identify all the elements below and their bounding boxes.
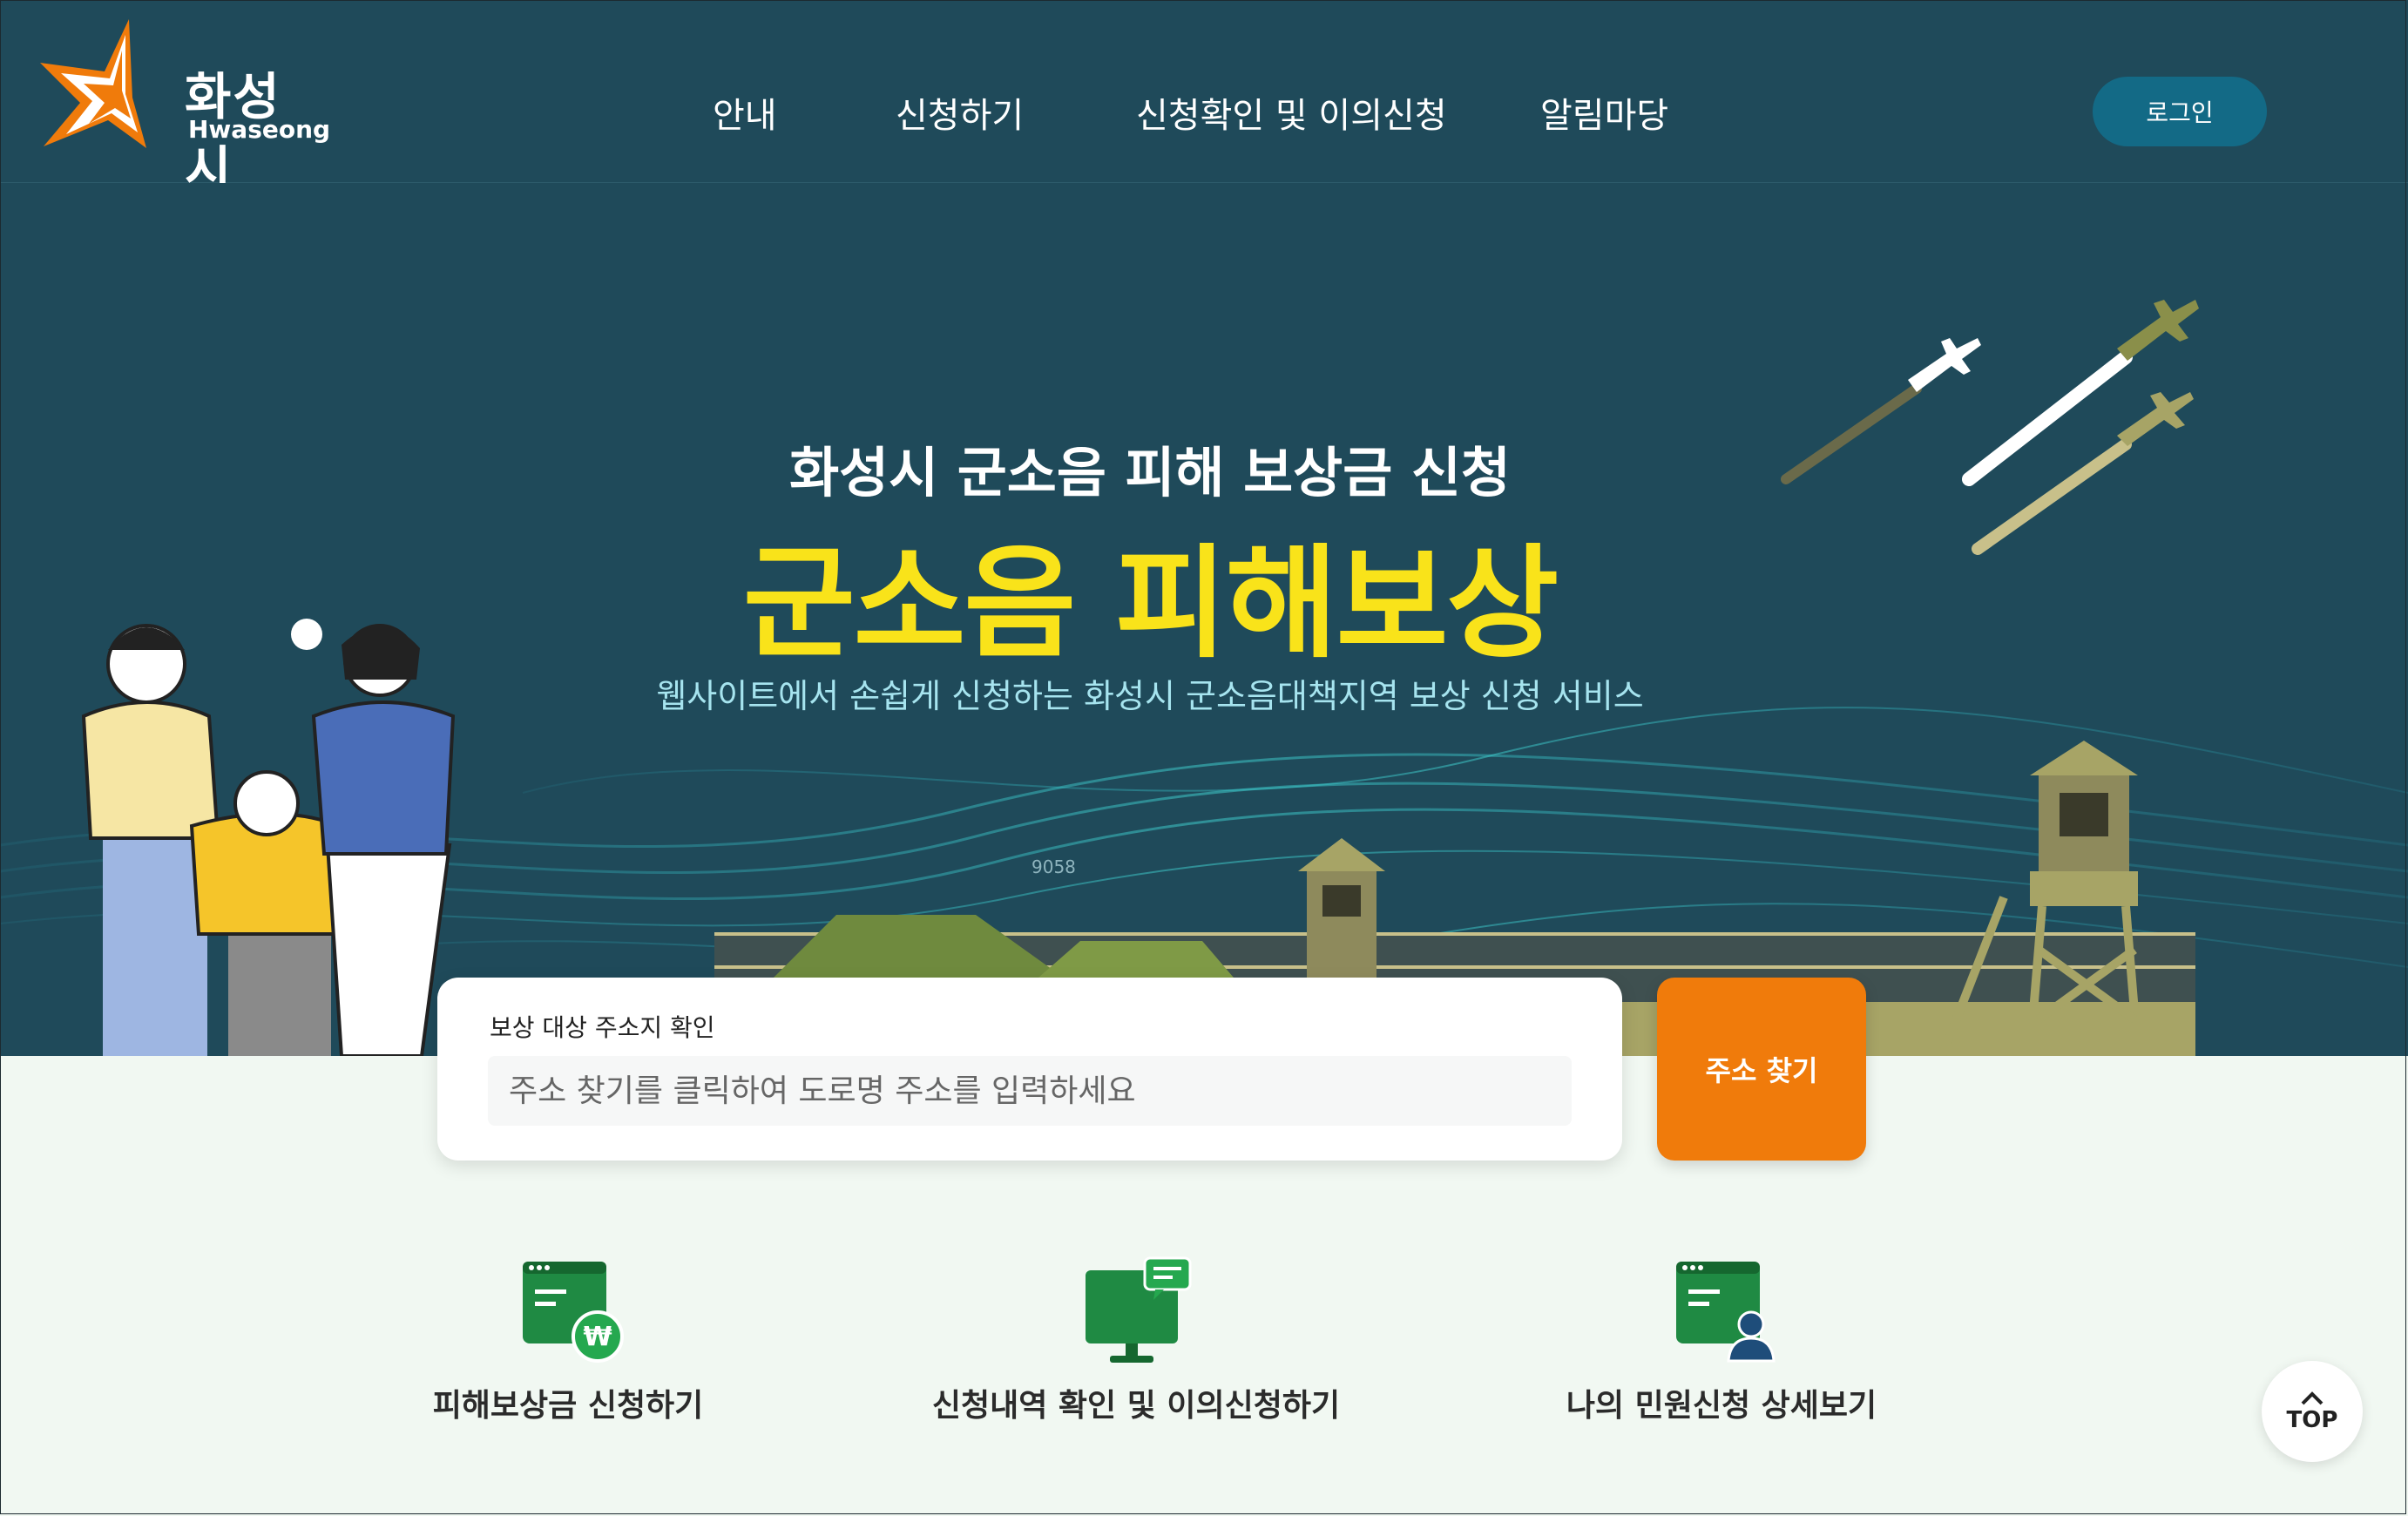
nav-item-apply[interactable]: 신청하기 [896, 87, 1024, 138]
hero-description: 웹사이트에서 손쉽게 신청하는 화성시 군소음대책지역 보상 신청 서비스 [656, 677, 1644, 715]
address-search-card: 보상 대상 주소지 확인 [437, 978, 1622, 1161]
nav-item-notice[interactable]: 알림마당 [1540, 87, 1668, 138]
quick-link-label: 나의 민원신청 상세보기 [1566, 1388, 1877, 1424]
svg-text:₩: ₩ [583, 1322, 612, 1352]
logo-star-icon [40, 19, 146, 148]
scroll-top-button[interactable]: TOP [2262, 1361, 2363, 1462]
monitor-user-icon [1676, 1262, 1776, 1363]
address-input[interactable] [488, 1056, 1572, 1126]
quick-link-my-complaints[interactable]: 나의 민원신청 상세보기 [1495, 1255, 1948, 1425]
chevron-up-icon [2301, 1391, 2323, 1405]
monitor-won-icon: ₩ [523, 1262, 624, 1363]
login-button[interactable]: 로그인 [2093, 77, 2267, 146]
nav-item-check-appeal[interactable]: 신청확인 및 이의신청 [1136, 87, 1447, 138]
search-label: 보상 대상 주소지 확인 [490, 1013, 715, 1042]
logo-name-en: Hwaseong [188, 115, 331, 144]
hero-subtitle: 화성시 군소음 피해 보상금 신청 [789, 441, 1511, 504]
hero-title: 군소음 피해보상 [742, 533, 1559, 675]
hwaseong-logo[interactable]: 화성시 Hwaseong [35, 17, 330, 200]
site-header: 화성시 Hwaseong 안내 신청하기 신청확인 및 이의신청 알림마당 로그… [0, 0, 2408, 200]
address-search-button[interactable]: 주소 찾기 [1657, 978, 1866, 1161]
top-label: TOP [2286, 1407, 2338, 1433]
decor-number: 9058 [1032, 856, 1076, 877]
hero-banner: 9058 화성시 군소음 피해 보상금 신청 군소음 피해보상 웹사이트에서 손… [0, 183, 2408, 1056]
quick-link-apply[interactable]: ₩ 피해보상금 신청하기 [342, 1255, 795, 1425]
quick-link-label: 피해보상금 신청하기 [432, 1388, 704, 1424]
quick-link-label: 신청내역 확인 및 이의신청하기 [931, 1388, 1341, 1424]
monitor-chat-icon [1086, 1256, 1192, 1363]
quick-link-check-appeal[interactable]: 신청내역 확인 및 이의신청하기 [910, 1255, 1363, 1425]
nav-item-guide[interactable]: 안내 [713, 87, 777, 138]
